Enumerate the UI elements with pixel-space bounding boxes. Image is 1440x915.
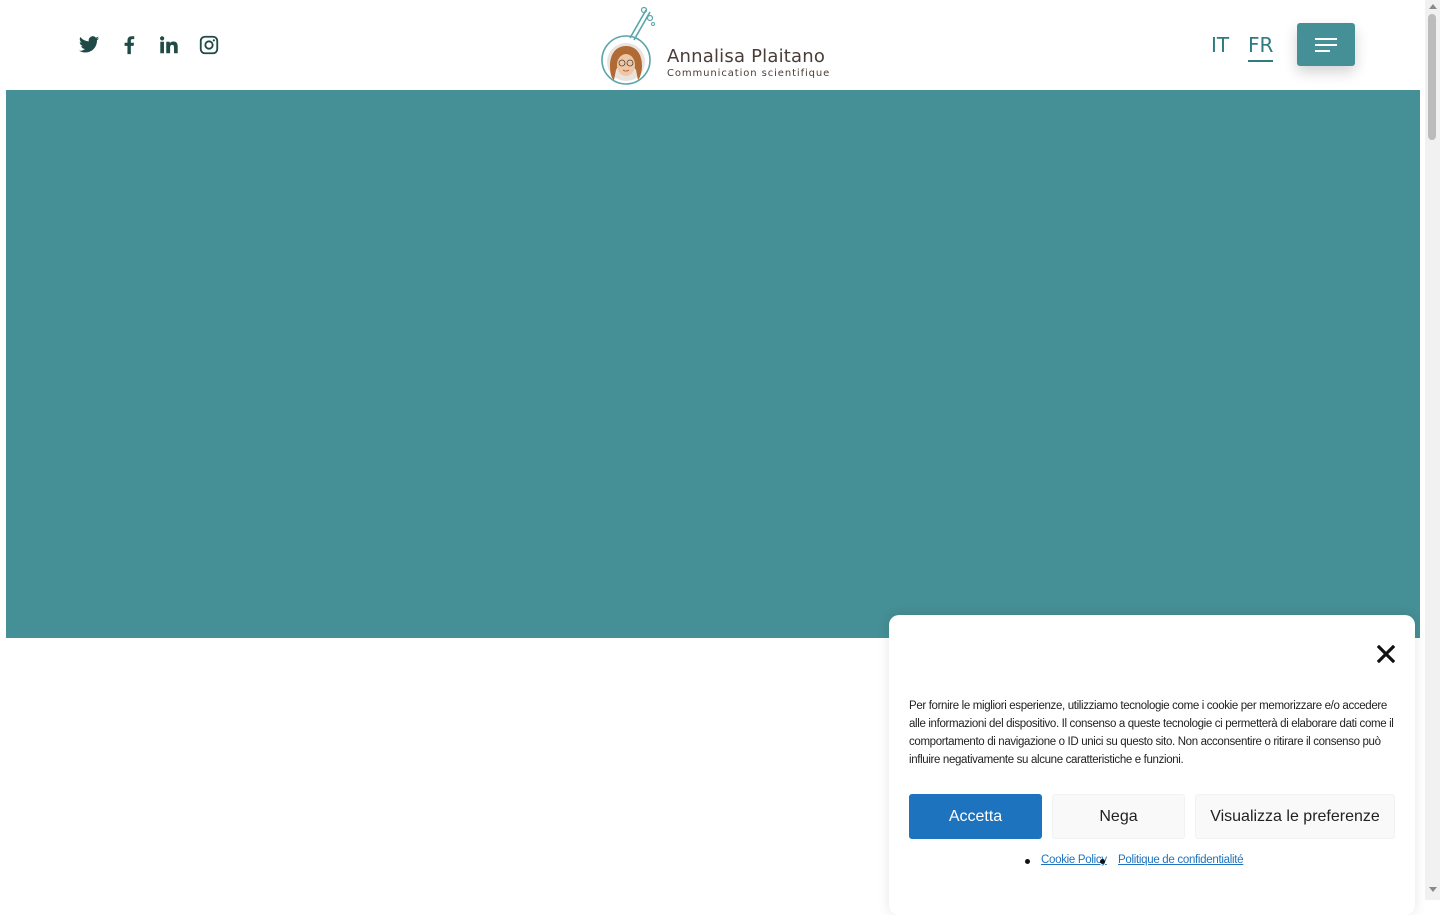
- social-links: [78, 34, 220, 58]
- scroll-down-arrow-icon[interactable]: [1429, 887, 1437, 892]
- linkedin-icon: [160, 36, 178, 54]
- hamburger-line: [1315, 50, 1330, 52]
- logo-name: Annalisa Plaitano: [667, 46, 826, 67]
- language-fr-link[interactable]: FR: [1248, 33, 1274, 62]
- list-bullet: [1025, 859, 1030, 864]
- page-scrollbar[interactable]: [1425, 0, 1440, 900]
- facebook-icon: [124, 36, 135, 55]
- twitter-link[interactable]: [78, 34, 100, 58]
- site-logo[interactable]: Annalisa Plaitano Communication scientif…: [600, 4, 840, 88]
- accept-button[interactable]: Accetta: [909, 794, 1042, 839]
- logo-flask-avatar-icon: [601, 6, 655, 85]
- twitter-icon: [78, 36, 100, 53]
- cookie-close-button[interactable]: [1377, 645, 1395, 663]
- cookie-consent-banner: Per fornire le migliori esperienze, util…: [889, 615, 1415, 915]
- instagram-icon: [199, 35, 219, 55]
- list-bullet: [1100, 859, 1105, 864]
- cookie-policy-link[interactable]: Cookie Policy: [1041, 854, 1107, 866]
- hero-banner: [6, 90, 1420, 638]
- hamburger-line: [1315, 44, 1337, 46]
- deny-button[interactable]: Nega: [1052, 794, 1185, 839]
- privacy-policy-link[interactable]: Politique de confidentialité: [1118, 854, 1244, 866]
- site-header: Annalisa Plaitano Communication scientif…: [0, 0, 1425, 90]
- cookie-message: Per fornire le migliori esperienze, util…: [909, 700, 1394, 766]
- language-it-link[interactable]: IT: [1211, 33, 1229, 57]
- facebook-link[interactable]: [118, 34, 140, 58]
- instagram-link[interactable]: [198, 34, 220, 58]
- menu-button[interactable]: [1297, 23, 1355, 66]
- logo-tagline: Communication scientifique: [667, 68, 831, 79]
- scrollbar-thumb[interactable]: [1428, 14, 1436, 140]
- view-preferences-button[interactable]: Visualizza le preferenze: [1195, 794, 1395, 839]
- linkedin-link[interactable]: [158, 34, 180, 58]
- scroll-up-arrow-icon[interactable]: [1429, 4, 1437, 9]
- close-icon: [1377, 645, 1395, 663]
- hamburger-menu-icon: [1315, 38, 1337, 40]
